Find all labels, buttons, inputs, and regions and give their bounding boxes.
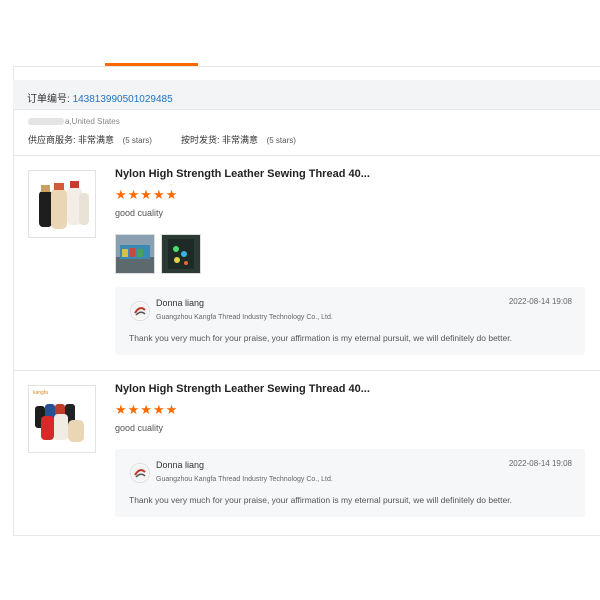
order-number-row: 订单编号: 143813990501029485	[27, 90, 173, 105]
product-thumbnail[interactable]	[28, 170, 96, 238]
supplier-service-value: 非常满意	[78, 135, 115, 145]
supplier-service-rating: 供应商服务: 非常满意 (5 stars)	[28, 133, 152, 146]
seller-avatar	[130, 463, 150, 483]
seller-name: Donna liang	[156, 460, 205, 470]
seller-reply: Donna liang Guangzhou Kangfa Thread Indu…	[115, 449, 585, 517]
seller-company: Guangzhou Kangfa Thread Industry Technol…	[156, 314, 333, 321]
review-comment: good cuality	[115, 208, 164, 218]
thread-spools-image: kangfa	[29, 386, 95, 452]
reply-text: Thank you very much for your praise, you…	[129, 495, 512, 505]
product-title-link[interactable]: Nylon High Strength Leather Sewing Threa…	[115, 168, 370, 180]
star-rating: ★★★★★	[115, 187, 179, 202]
divider	[13, 155, 600, 156]
order-number-link[interactable]: 143813990501029485	[73, 94, 173, 105]
product-title-link[interactable]: Nylon High Strength Leather Sewing Threa…	[115, 383, 370, 395]
order-number-label: 订单编号:	[27, 94, 70, 105]
svg-text:kangfa: kangfa	[33, 390, 48, 396]
seller-name: Donna liang	[156, 298, 205, 308]
on-time-shipping-rating: 按时发货: 非常满意 (5 stars)	[181, 133, 296, 146]
reply-date: 2022-08-14 19:08	[508, 459, 572, 468]
seller-company: Guangzhou Kangfa Thread Industry Technol…	[156, 476, 333, 483]
blurred-buyer-name	[28, 118, 64, 126]
review-photo[interactable]	[161, 234, 201, 274]
review-photo-image	[162, 235, 200, 273]
reply-text: Thank you very much for your praise, you…	[129, 333, 512, 343]
on-time-shipping-stars: (5 stars)	[266, 136, 296, 145]
product-thumbnail[interactable]: kangfa	[28, 385, 96, 453]
review-photo[interactable]	[115, 234, 155, 274]
seller-reply: Donna liang Guangzhou Kangfa Thread Indu…	[115, 287, 585, 355]
supplier-service-label: 供应商服务:	[28, 135, 76, 145]
star-rating: ★★★★★	[115, 402, 179, 417]
review-comment: good cuality	[115, 423, 164, 433]
buyer-country: a,United States	[65, 117, 120, 126]
thread-spools-image	[29, 171, 95, 237]
on-time-shipping-value: 非常满意	[222, 135, 259, 145]
divider	[13, 370, 600, 371]
seller-logo-icon	[132, 465, 148, 481]
supplier-service-stars: (5 stars)	[122, 136, 152, 145]
reply-date: 2022-08-14 19:08	[508, 297, 572, 306]
seller-logo-icon	[132, 303, 148, 319]
seller-avatar	[130, 301, 150, 321]
buyer-location: a,United States	[28, 117, 120, 126]
order-header: 订单编号: 143813990501029485	[13, 80, 600, 110]
on-time-shipping-label: 按时发货:	[181, 135, 220, 145]
review-photo-image	[116, 235, 154, 273]
